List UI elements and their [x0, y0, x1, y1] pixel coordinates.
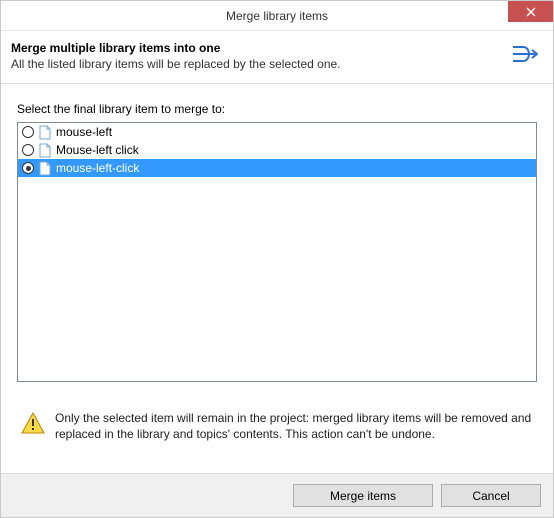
- radio-button[interactable]: [22, 126, 34, 138]
- close-icon: [526, 7, 536, 17]
- library-item-list[interactable]: mouse-left Mouse-left click mouse-left-cli…: [17, 122, 537, 382]
- list-item[interactable]: mouse-left: [18, 123, 536, 141]
- window-title: Merge library items: [226, 9, 328, 23]
- list-item-label: mouse-left-click: [56, 161, 139, 175]
- warning-icon: [21, 412, 45, 434]
- warning-text: Only the selected item will remain in th…: [55, 410, 533, 442]
- dialog-header: Merge multiple library items into one Al…: [1, 31, 553, 84]
- file-icon: [38, 125, 52, 140]
- titlebar: Merge library items: [1, 1, 553, 31]
- list-item-label: mouse-left: [56, 125, 112, 139]
- cancel-button[interactable]: Cancel: [441, 484, 541, 507]
- file-icon: [38, 161, 52, 176]
- list-item[interactable]: mouse-left-click: [18, 159, 536, 177]
- list-item-label: Mouse-left click: [56, 143, 139, 157]
- radio-button[interactable]: [22, 162, 34, 174]
- header-title: Merge multiple library items into one: [11, 41, 501, 55]
- merge-icon: [511, 43, 539, 65]
- warning-row: Only the selected item will remain in th…: [1, 390, 553, 452]
- list-item[interactable]: Mouse-left click: [18, 141, 536, 159]
- list-label: Select the final library item to merge t…: [17, 102, 537, 116]
- dialog-footer: Merge items Cancel: [1, 473, 553, 517]
- merge-items-button[interactable]: Merge items: [293, 484, 433, 507]
- close-button[interactable]: [508, 1, 553, 22]
- dialog-body: Select the final library item to merge t…: [1, 84, 553, 390]
- file-icon: [38, 143, 52, 158]
- header-text: Merge multiple library items into one Al…: [11, 41, 501, 71]
- header-subtitle: All the listed library items will be rep…: [11, 57, 501, 71]
- radio-button[interactable]: [22, 144, 34, 156]
